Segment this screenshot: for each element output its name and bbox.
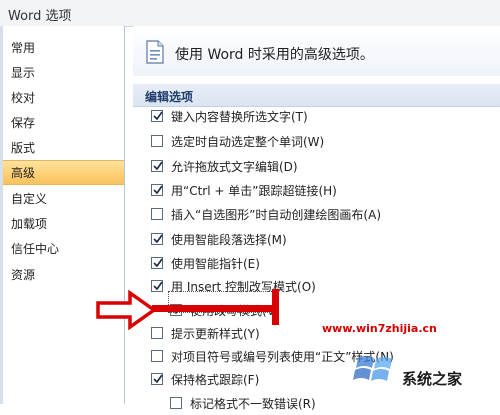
checkmark-icon: [153, 185, 163, 195]
option-label: 允许拖放式文字编辑(D): [171, 160, 298, 174]
checkbox[interactable]: [151, 184, 163, 196]
section-header: 编辑选项: [133, 84, 500, 107]
option-label: 保持格式跟踪(F): [171, 373, 260, 387]
checkbox[interactable]: [151, 233, 163, 245]
checkmark-icon: [153, 111, 163, 121]
sidebar-item-advanced[interactable]: 高级: [3, 160, 124, 185]
sidebar-item-customize[interactable]: 自定义: [3, 187, 124, 212]
sidebar-item-display[interactable]: 显示: [3, 61, 124, 86]
watermark-url: www.win7zhijia.cn: [322, 322, 437, 335]
checkbox[interactable]: [151, 135, 163, 147]
sidebar-item-trust-center[interactable]: 信任中心: [3, 237, 124, 262]
content-header: 使用 Word 时采用的高级选项。: [133, 26, 500, 76]
checkmark-icon: [153, 161, 163, 171]
checkbox[interactable]: [151, 110, 163, 122]
option-label: 使用智能指针(E): [171, 257, 260, 271]
sidebar: 常用 显示 校对 保存 版式 高级 自定义 加载项 信任中心 资源: [3, 26, 125, 404]
option-label: 插入“自选图形”时自动创建绘图画布(A): [171, 208, 382, 222]
window-title: Word 选项: [8, 9, 72, 24]
document-settings-icon: [145, 40, 165, 64]
sidebar-item-addins[interactable]: 加载项: [3, 212, 124, 237]
title-bar: Word 选项: [0, 0, 500, 27]
checkbox[interactable]: [151, 350, 163, 362]
checkbox[interactable]: [151, 208, 163, 220]
annotation-underline: [152, 305, 276, 312]
option-label: 标记格式不一致错误(R): [190, 397, 316, 411]
option-label: 选定时自动选定整个单词(W): [171, 135, 325, 149]
annotation-bracket: [272, 289, 279, 325]
option-label: 使用智能段落选择(M): [171, 233, 287, 247]
option-label: 提示更新样式(Y): [171, 327, 260, 341]
red-arrow-icon: [96, 290, 158, 330]
checkmark-icon: [153, 258, 163, 268]
page-title: 使用 Word 时采用的高级选项。: [175, 47, 374, 63]
checkbox[interactable]: [170, 397, 182, 409]
sidebar-item-resources[interactable]: 资源: [3, 263, 124, 288]
checkmark-icon: [153, 234, 163, 244]
checkbox[interactable]: [151, 257, 163, 269]
options-content: 使用 Word 时采用的高级选项。 编辑选项 键入内容替换所选文字(T) 选定时自…: [133, 26, 500, 411]
option-label: 用“Ctrl + 单击”跟踪超链接(H): [171, 184, 337, 198]
checkbox[interactable]: [151, 373, 163, 385]
checkbox[interactable]: [151, 160, 163, 172]
sidebar-item-layout[interactable]: 版式: [3, 136, 124, 161]
sidebar-item-save[interactable]: 保存: [3, 111, 124, 136]
watermark-brand: 系统之家: [402, 370, 463, 388]
windows-logo-icon: [353, 356, 392, 381]
option-label: 键入内容替换所选文字(T): [171, 110, 308, 124]
sidebar-item-proofing[interactable]: 校对: [3, 86, 124, 111]
section-title: 编辑选项: [145, 90, 194, 104]
checkmark-icon: [153, 374, 163, 384]
sidebar-item-common[interactable]: 常用: [3, 36, 124, 61]
